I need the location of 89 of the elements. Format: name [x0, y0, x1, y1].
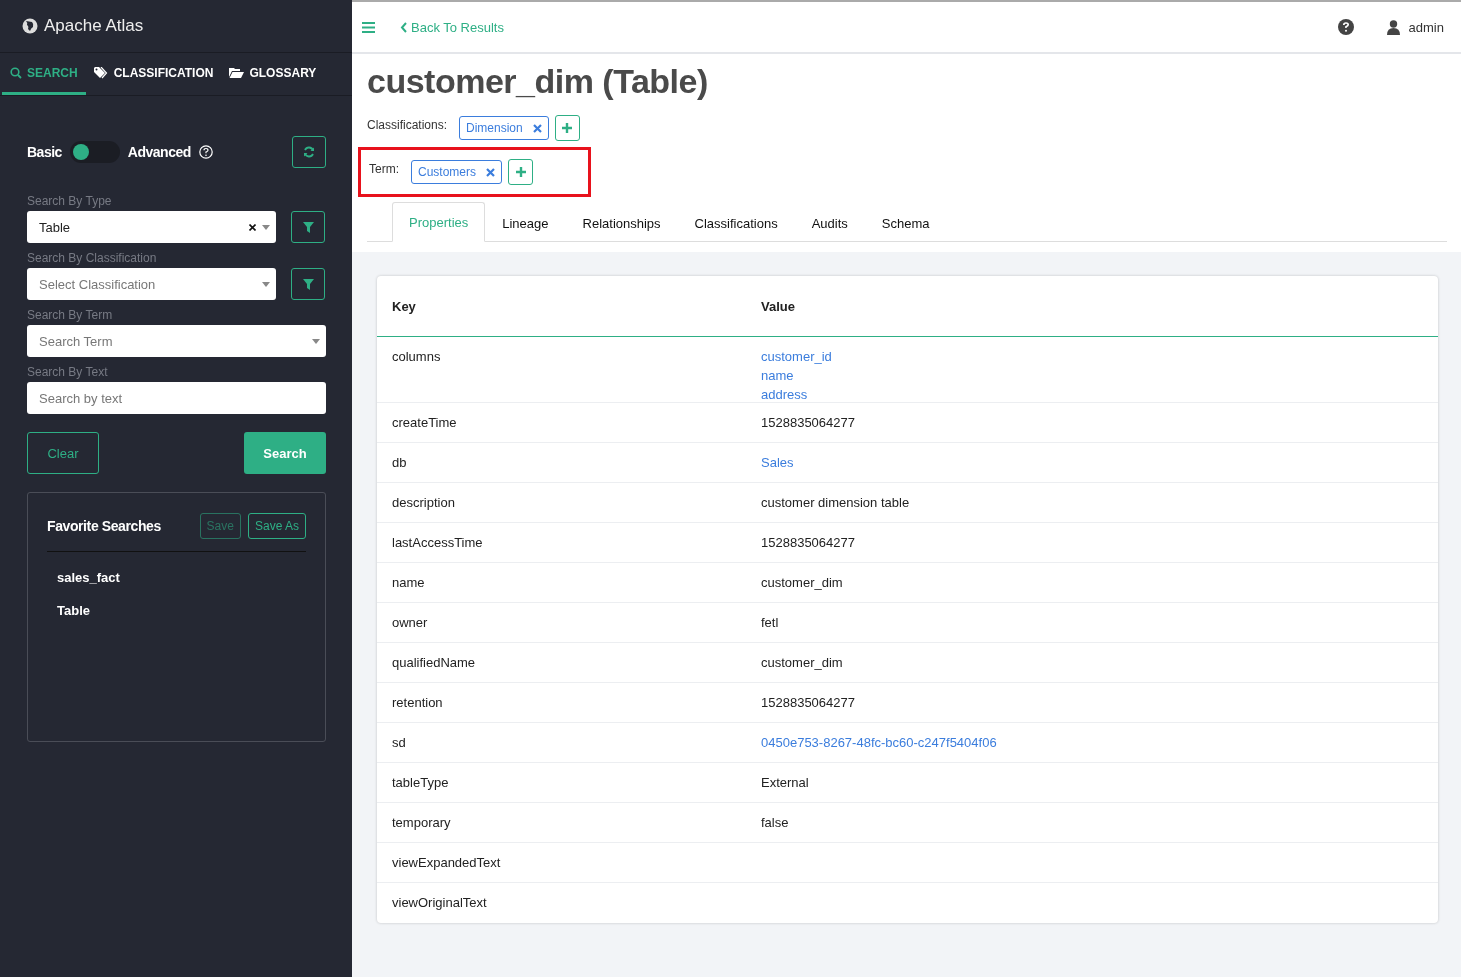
basic-label: Basic [27, 144, 62, 160]
key-cell-text: columns [391, 349, 442, 364]
select-field[interactable]: Search Term [27, 325, 326, 357]
favorite-search-item[interactable]: Table [47, 603, 306, 618]
nav-tab[interactable]: GLOSSARY [221, 53, 325, 95]
add-button[interactable] [508, 159, 533, 185]
field-label: Search By Classification [27, 251, 158, 265]
value-link[interactable]: 0450e753-8267-48fc-bc60-c247f5404f06 [761, 735, 997, 750]
key-cell-text: retention [391, 695, 444, 710]
favorites-title: Favorite Searches [47, 518, 161, 534]
detail-tab[interactable]: Relationships [565, 202, 678, 242]
value-cell: customer_dim [761, 575, 843, 590]
plus-icon [562, 123, 573, 133]
back-link[interactable]: Back To Results [400, 19, 504, 35]
advanced-label: Advanced [127, 144, 191, 160]
search-button[interactable]: Search [244, 432, 326, 474]
filter-button[interactable] [291, 268, 325, 300]
nav-tab[interactable]: SEARCH [2, 53, 86, 95]
value-cell: 1528835064277 [761, 695, 855, 710]
dropdown-caret-icon [312, 338, 320, 344]
filter-icon [302, 278, 314, 290]
field-label: Search By Text [27, 365, 109, 379]
key-cell-text: db [391, 455, 408, 470]
dropdown-caret-icon [262, 281, 270, 287]
entity-title: customer_dim (Table) [367, 62, 709, 101]
value-link[interactable]: Sales [761, 455, 794, 470]
menu-icon[interactable] [362, 21, 375, 33]
add-button[interactable] [554, 115, 580, 141]
search-icon [10, 66, 22, 79]
key-cell-text: viewOriginalText [391, 895, 488, 910]
value-cell: 1528835064277 [761, 535, 855, 550]
key-cell-text: lastAccessTime [391, 535, 484, 550]
detail-tab[interactable]: Classifications [677, 202, 795, 242]
field-label: Search By Term [27, 308, 114, 322]
clear-icon[interactable] [249, 223, 256, 231]
value-cell: customer_dim [761, 655, 843, 670]
select-field[interactable]: Select Classification [27, 268, 276, 300]
tag-icon [93, 66, 109, 79]
help-icon[interactable] [1337, 19, 1354, 35]
value-cell: fetl [761, 615, 779, 630]
value-cell: External [761, 775, 809, 790]
save-as-button[interactable]: Save As [247, 513, 306, 539]
key-cell-text: temporary [391, 815, 452, 830]
favorite-search-item[interactable]: sales_fact [47, 570, 306, 585]
key-cell-text: owner [391, 615, 429, 630]
column-header: Key [391, 298, 417, 314]
user-icon [1386, 19, 1400, 35]
key-cell-text: createTime [391, 415, 458, 430]
globe-icon [22, 18, 38, 34]
remove-icon[interactable] [486, 167, 495, 177]
column-header: Value [761, 298, 795, 314]
value-cell: 1528835064277 [761, 415, 855, 430]
field-label: Search By Type [27, 194, 113, 208]
chevron-left-icon [400, 21, 407, 33]
remove-icon[interactable] [532, 123, 542, 133]
value-link[interactable]: name [761, 368, 832, 383]
key-cell-text: description [391, 495, 456, 510]
app-title: Apache Atlas [44, 16, 144, 36]
classification-tag[interactable]: Dimension [459, 116, 549, 140]
value-cell: customer dimension table [761, 495, 910, 510]
detail-tab[interactable]: Lineage [485, 202, 566, 242]
key-cell-text: tableType [391, 775, 450, 790]
key-cell-text: qualifiedName [391, 655, 477, 670]
value-link[interactable]: customer_id [761, 349, 832, 364]
term-label: Term: [369, 161, 399, 176]
detail-tab[interactable]: Properties [392, 202, 486, 242]
filter-icon [302, 221, 314, 233]
search-text-field[interactable]: Search by text [27, 382, 326, 414]
filter-button[interactable] [291, 211, 325, 243]
value-link[interactable]: address [761, 387, 832, 402]
key-cell-text: viewExpandedText [391, 855, 502, 870]
refresh-icon [303, 146, 315, 158]
clear-button[interactable]: Clear [27, 432, 99, 474]
key-cell-text: sd [391, 735, 407, 750]
classifications-label: Classifications: [367, 117, 448, 132]
select-field[interactable]: Table [27, 211, 276, 243]
detail-tab[interactable]: Audits [794, 202, 865, 242]
dropdown-caret-icon [262, 224, 270, 230]
user-name[interactable]: admin [1408, 19, 1444, 35]
nav-tab[interactable]: CLASSIFICATION [85, 53, 222, 95]
detail-tab[interactable]: Schema [864, 202, 947, 242]
key-cell-text: name [391, 575, 426, 590]
value-cell: false [761, 815, 789, 830]
help-icon[interactable] [198, 145, 213, 159]
mode-toggle[interactable] [69, 141, 120, 163]
refresh-button[interactable] [292, 136, 326, 168]
folder-icon [229, 67, 245, 78]
plus-icon [515, 167, 526, 177]
term-tag[interactable]: Customers [411, 160, 502, 184]
